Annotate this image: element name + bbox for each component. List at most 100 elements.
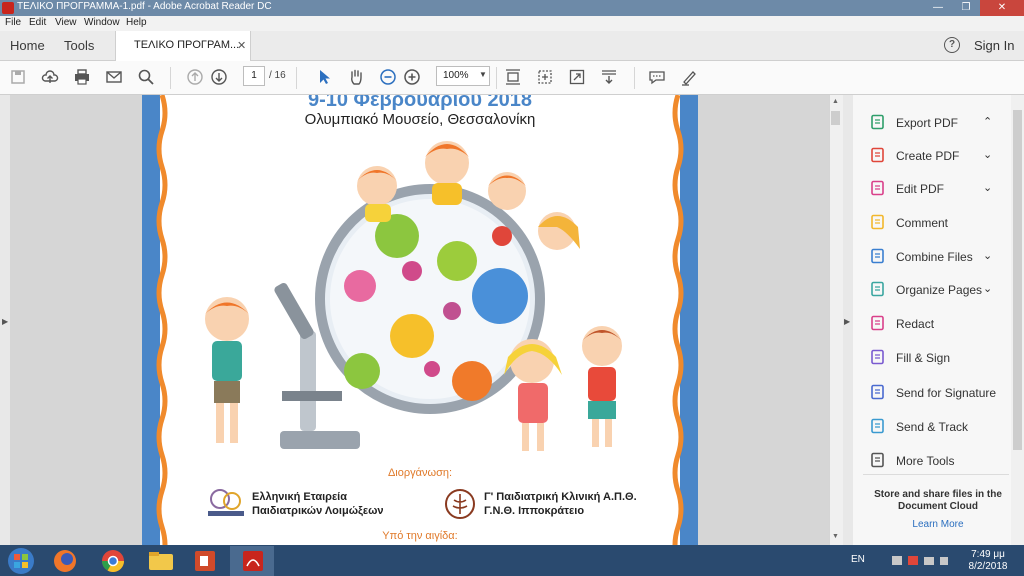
hand-tool-icon[interactable] — [347, 68, 365, 86]
toolbar — [0, 61, 1024, 95]
tool-send-track[interactable]: Send & Track — [870, 416, 1010, 438]
menu-bar: File Edit View Window Help — [0, 16, 1024, 32]
page-number-input[interactable]: 1 — [243, 66, 265, 86]
help-icon[interactable]: ? — [944, 37, 960, 53]
chrome-icon[interactable] — [98, 548, 128, 574]
tool-send-for-signature[interactable]: Send for Signature — [870, 382, 1010, 404]
tools-pane-divider — [863, 474, 1009, 475]
tools-scrollbar-thumb[interactable] — [1013, 110, 1022, 450]
pen-highlight-icon[interactable] — [680, 68, 698, 86]
chevron-down-icon[interactable]: ⌄ — [983, 181, 992, 194]
tool-combine-files[interactable]: Combine Files ⌄ — [870, 246, 1010, 268]
children-germs-illustration — [205, 141, 622, 451]
scrollbar-thumb[interactable] — [831, 111, 840, 125]
menu-edit[interactable]: Edit — [29, 17, 46, 28]
tool-export-pdf[interactable]: Export PDF ⌃ — [870, 112, 1010, 134]
tool-redact[interactable]: Redact — [870, 313, 1010, 335]
tool-label: Comment — [896, 216, 949, 230]
export-pdf-icon — [870, 114, 886, 130]
scroll-down-icon[interactable]: ▼ — [832, 533, 839, 540]
tool-comment[interactable]: Comment — [870, 212, 1010, 234]
zoom-value: 100% — [443, 70, 469, 81]
full-screen-icon[interactable] — [568, 68, 586, 86]
firefox-icon[interactable] — [50, 548, 80, 574]
organize-pages-icon — [870, 281, 886, 297]
clock[interactable]: 7:49 μμ 8/2/2018 — [968, 549, 1008, 573]
toolbar-separator — [170, 67, 171, 89]
tool-label: Redact — [896, 317, 935, 331]
powerpoint-icon[interactable] — [190, 548, 220, 574]
left-panel-toggle[interactable]: ▶ — [0, 95, 10, 545]
save-icon[interactable] — [9, 68, 27, 86]
acrobat-app-icon — [2, 2, 14, 14]
org2-line1: Γ' Παιδιατρική Κλινική Α.Π.Θ. — [484, 491, 637, 503]
organizer-label: Διοργάνωση: — [387, 467, 453, 479]
email-icon[interactable] — [105, 68, 123, 86]
search-icon[interactable] — [137, 68, 155, 86]
tool-label: Send & Track — [896, 420, 969, 434]
redact-icon — [870, 315, 886, 331]
scroll-up-icon[interactable]: ▲ — [832, 98, 839, 105]
fit-page-icon[interactable] — [504, 68, 522, 86]
document-scrollbar[interactable] — [829, 95, 844, 545]
print-icon[interactable] — [73, 68, 91, 86]
zoom-out-icon[interactable] — [379, 68, 397, 86]
tool-more-tools[interactable]: More Tools — [870, 450, 1010, 472]
upload-cloud-icon[interactable] — [41, 68, 59, 86]
patronage-label: Υπό την αιγίδα: — [382, 530, 458, 542]
document-viewer[interactable]: 9-10 Φεβρουαρίου 2018 Ολυμπιακό Μουσείο,… — [10, 95, 828, 545]
tool-create-pdf[interactable]: Create PDF ⌄ — [870, 145, 1010, 167]
tool-edit-pdf[interactable]: Edit PDF ⌄ — [870, 178, 1010, 200]
zoom-in-icon[interactable] — [403, 68, 421, 86]
society-logo — [208, 489, 244, 516]
chevron-down-icon[interactable]: ⌄ — [983, 249, 992, 262]
send-signature-icon — [870, 384, 886, 400]
tab-tools[interactable]: Tools — [64, 38, 94, 53]
title-bar: ΤΕΛΙΚΟ ΠΡΟΓΡΑΜΜΑ-1.pdf - Adobe Acrobat R… — [0, 0, 1024, 16]
create-pdf-icon — [870, 147, 886, 163]
chevron-down-icon[interactable]: ⌄ — [983, 282, 992, 295]
comment-bubble-icon[interactable] — [648, 68, 666, 86]
minimize-button[interactable]: — — [924, 0, 952, 16]
document-tab[interactable]: ΤΕΛΙΚΟ ΠΡΟΓΡΑΜ... ✕ — [115, 31, 251, 61]
rotate-view-icon[interactable] — [536, 68, 554, 86]
start-button-icon[interactable] — [6, 547, 36, 575]
tool-label: More Tools — [896, 454, 955, 468]
menu-window[interactable]: Window — [84, 17, 120, 28]
scroll-mode-icon[interactable] — [600, 68, 618, 86]
file-explorer-icon[interactable] — [146, 548, 176, 574]
toolbar-separator — [496, 67, 497, 89]
tool-label: Create PDF — [896, 149, 960, 163]
more-tools-icon — [870, 452, 886, 468]
maximize-button[interactable]: ❐ — [952, 0, 980, 16]
system-tray-icons[interactable] — [892, 554, 962, 568]
event-venue: Ολυμπιακό Μουσείο, Θεσσαλονίκη — [304, 111, 536, 128]
menu-help[interactable]: Help — [126, 17, 147, 28]
close-tab-icon[interactable]: ✕ — [237, 39, 246, 52]
select-cursor-icon[interactable] — [315, 68, 333, 86]
tool-organize-pages[interactable]: Organize Pages ⌄ — [870, 279, 1010, 301]
page-total: / 16 — [269, 70, 286, 81]
tool-label: Edit PDF — [896, 182, 945, 196]
tool-fill-sign[interactable]: Fill & Sign — [870, 347, 1010, 369]
menu-view[interactable]: View — [55, 17, 77, 28]
tab-home[interactable]: Home — [10, 38, 45, 53]
previous-page-icon[interactable] — [186, 68, 204, 86]
learn-more-link[interactable]: Learn More — [863, 519, 1013, 530]
language-indicator[interactable]: EN — [851, 554, 865, 565]
close-window-button[interactable]: ✕ — [980, 0, 1024, 16]
tool-label: Send for Signature — [896, 386, 997, 400]
chevron-down-icon[interactable]: ⌄ — [983, 148, 992, 161]
right-pane-toggle[interactable]: ▶ — [843, 95, 853, 545]
pdf-page: 9-10 Φεβρουαρίου 2018 Ολυμπιακό Μουσείο,… — [142, 95, 698, 545]
menu-file[interactable]: File — [5, 17, 21, 28]
org1-line2: Παιδιατρικών Λοιμώξεων — [252, 505, 384, 517]
acrobat-taskbar-icon[interactable] — [238, 548, 268, 574]
tools-list: Export PDF ⌃ Create PDF ⌄ Edit PDF ⌄ Comment Co… — [853, 95, 1011, 475]
next-page-icon[interactable] — [210, 68, 228, 86]
sign-in-link[interactable]: Sign In — [974, 38, 1014, 53]
document-cloud-promo: Store and share files in the Document Cl… — [874, 489, 1002, 512]
chevron-up-icon[interactable]: ⌃ — [983, 115, 992, 128]
zoom-select[interactable]: 100% ▼ — [436, 66, 490, 86]
tool-label: Organize Pages — [896, 283, 983, 297]
